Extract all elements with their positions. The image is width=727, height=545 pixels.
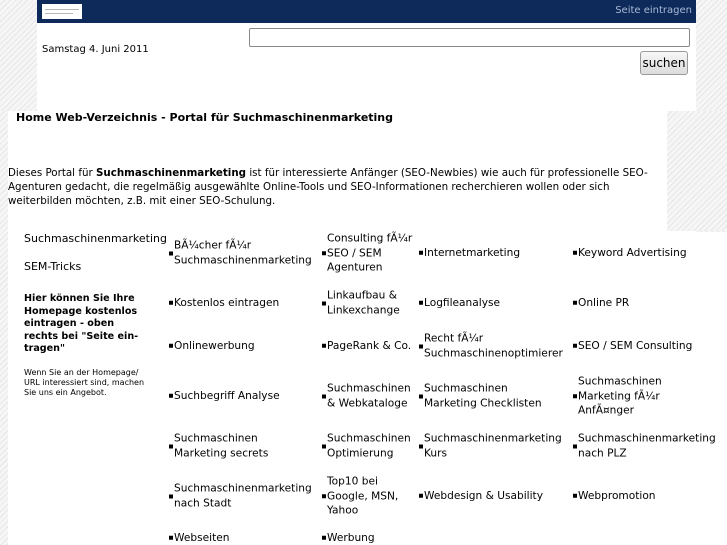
category-label: Webseiten (174, 531, 230, 544)
bullet-icon (419, 344, 423, 348)
sidebar-link-suchmaschinenmarketing[interactable]: Suchmaschinenmarketing (24, 232, 167, 245)
search-button[interactable]: suchen (640, 51, 688, 75)
bullet-icon (322, 344, 326, 348)
category-link[interactable]: SEO / SEM Consulting (573, 339, 692, 354)
background-pattern-right-lower (667, 111, 727, 231)
category-link[interactable]: Keyword Advertising (573, 246, 687, 261)
category-link[interactable]: Werbung (322, 531, 375, 545)
bullet-icon (419, 251, 423, 255)
category-link[interactable]: Suchmaschinen & Webkataloge (322, 382, 411, 411)
category-link[interactable]: Webpromotion (573, 489, 656, 504)
bullet-icon (322, 536, 326, 540)
intro-keyword: Suchmaschinenmarketing (95, 167, 247, 179)
category-link[interactable]: BÃ¼cher fÃ¼r Suchmaschinenmarketing (169, 239, 312, 268)
bullet-icon (573, 444, 577, 448)
bullet-icon (419, 494, 423, 498)
category-label: Suchmaschinen Marketing secrets (174, 432, 269, 460)
category-link[interactable]: PageRank & Co. (322, 339, 411, 354)
category-link[interactable]: Suchbegriff Analyse (169, 389, 280, 404)
category-link[interactable]: Recht fÃ¼r Suchmaschinenoptimierer (419, 332, 563, 361)
bullet-icon (573, 344, 577, 348)
category-label: Suchmaschinenmarketing nach Stadt (174, 482, 312, 510)
bullet-icon (169, 251, 173, 255)
category-link[interactable]: Consulting fÃ¼r SEO / SEM Agenturen (322, 231, 412, 275)
bullet-icon (169, 494, 173, 498)
site-logo[interactable] (42, 4, 82, 19)
category-link[interactable]: Online PR (573, 296, 629, 311)
category-label: Keyword Advertising (578, 246, 687, 259)
current-date: Samstag 4. Juni 2011 (42, 44, 149, 55)
bullet-icon (322, 494, 326, 498)
intro-text: Dieses Portal für Suchmaschinenmarketing… (8, 166, 667, 208)
bullet-icon (573, 494, 577, 498)
bullet-icon (169, 394, 173, 398)
intro-text-start: Dieses Portal für (8, 167, 96, 179)
bullet-icon (419, 301, 423, 305)
category-label: Suchmaschinen Marketing Checklisten (424, 382, 542, 410)
category-link[interactable]: Top10 bei Google, MSN, Yahoo (322, 474, 398, 518)
category-link[interactable]: Suchmaschinenmarketing Kurs (419, 432, 562, 461)
category-label: Webpromotion (578, 489, 656, 502)
bullet-icon (573, 251, 577, 255)
category-label: Suchmaschinen Marketing fÃ¼r AnfÃ¤nger (578, 375, 662, 417)
bullet-icon (169, 301, 173, 305)
page-title: Home Web-Verzeichnis - Portal für Suchma… (16, 111, 394, 124)
bullet-icon (169, 344, 173, 348)
bullet-icon (419, 444, 423, 448)
category-label: Suchmaschinen Optimierung (327, 432, 411, 460)
category-link[interactable]: Suchmaschinen Optimierung (322, 432, 411, 461)
bullet-icon (573, 394, 577, 398)
logo-line (45, 13, 73, 14)
category-label: Onlinewerbung (174, 339, 255, 352)
category-link[interactable]: Linkaufbau & Linkexchange (322, 289, 400, 318)
category-link[interactable]: Webdesign & Usability (419, 489, 543, 504)
category-label: Werbung (327, 531, 375, 544)
category-label: BÃ¼cher fÃ¼r Suchmaschinenmarketing (174, 239, 312, 267)
category-link[interactable]: Suchmaschinen Marketing Checklisten (419, 382, 542, 411)
bullet-icon (322, 444, 326, 448)
category-link[interactable]: Suchmaschinenmarketing nach Stadt (169, 482, 312, 511)
category-link[interactable]: Suchmaschinenmarketing nach PLZ (573, 432, 716, 461)
category-label: Logfileanalyse (424, 296, 501, 309)
header-bar: Seite eintragen (37, 0, 696, 23)
category-label: PageRank & Co. (327, 339, 412, 352)
seite-eintragen-link[interactable]: Seite eintragen (615, 5, 692, 16)
category-link[interactable]: Suchmaschinen Marketing secrets (169, 432, 268, 461)
category-link[interactable]: Internetmarketing (419, 246, 520, 261)
logo-line (45, 9, 79, 10)
bullet-icon (573, 301, 577, 305)
sidebar-cta: Hier können Sie Ihre Homepage kostenlos … (24, 293, 139, 354)
category-label: Online PR (578, 296, 630, 309)
bullet-icon (169, 536, 173, 540)
bullet-icon (419, 394, 423, 398)
category-label: Recht fÃ¼r Suchmaschinenoptimierer (424, 332, 563, 360)
category-link[interactable]: Onlinewerbung (169, 339, 255, 354)
category-label: Suchbegriff Analyse (174, 389, 280, 402)
category-label: Webdesign & Usability (424, 489, 543, 502)
sidebar-note: Wenn Sie an der Homepage/ URL interessie… (24, 368, 145, 397)
category-label: SEO / SEM Consulting (578, 339, 693, 352)
background-pattern-left-lower (0, 111, 8, 545)
category-label: Suchmaschinenmarketing Kurs (424, 432, 562, 460)
search-panel: Samstag 4. Juni 2011 suchen (37, 23, 696, 111)
category-link[interactable]: Kostenlos eintragen (169, 296, 279, 311)
category-label: Internetmarketing (424, 246, 521, 259)
bullet-icon (322, 301, 326, 305)
category-label: Consulting fÃ¼r SEO / SEM Agenturen (327, 232, 413, 274)
category-label: Suchmaschinenmarketing nach PLZ (578, 432, 716, 460)
bullet-icon (169, 444, 173, 448)
category-label: Top10 bei Google, MSN, Yahoo (327, 475, 399, 517)
category-label: Suchmaschinen & Webkataloge (327, 382, 411, 410)
search-input[interactable] (249, 28, 690, 47)
category-label: Kostenlos eintragen (174, 296, 280, 309)
bullet-icon (322, 394, 326, 398)
category-link[interactable]: Webseiten (169, 531, 229, 545)
category-link[interactable]: Logfileanalyse (419, 296, 500, 311)
bullet-icon (322, 251, 326, 255)
sidebar-link-sem-tricks[interactable]: SEM-Tricks (24, 260, 81, 273)
category-link[interactable]: Suchmaschinen Marketing fÃ¼r AnfÃ¤nger (573, 374, 662, 418)
category-label: Linkaufbau & Linkexchange (327, 289, 400, 317)
